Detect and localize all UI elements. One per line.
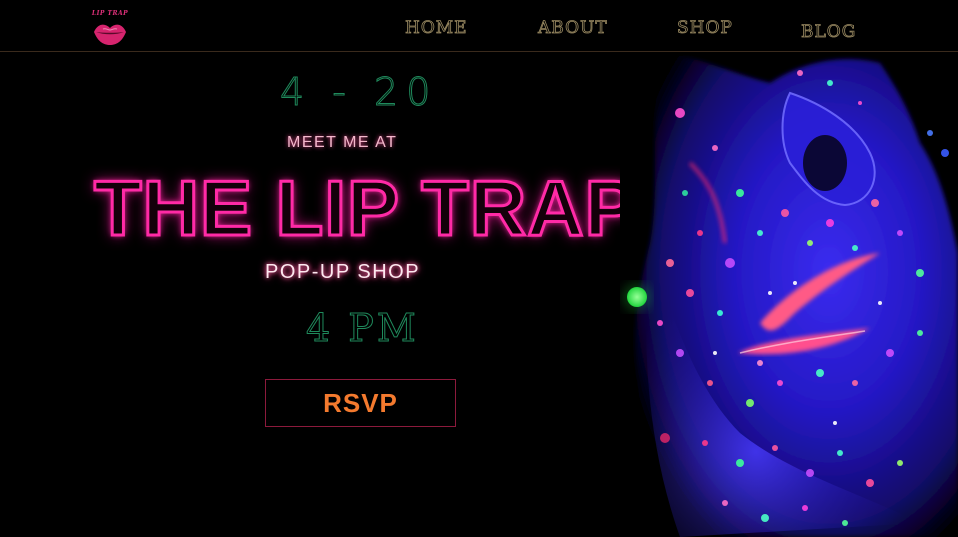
- lips-logo-icon: [94, 24, 126, 45]
- nav-shop-link[interactable]: SHOP: [677, 18, 733, 39]
- event-time: 4 PM: [306, 306, 419, 351]
- event-date: 4 - 20: [279, 70, 439, 115]
- event-subtitle: POP-UP SHOP: [265, 261, 421, 283]
- nav-blog-link[interactable]: BLOG: [801, 22, 856, 43]
- nav-home-link[interactable]: HOME: [405, 18, 468, 39]
- nav-about-link[interactable]: ABOUT: [538, 18, 608, 39]
- logo-text: LIP TRAP: [91, 10, 129, 17]
- rsvp-label: RSVP: [323, 387, 398, 418]
- meet-me-at-text: MEET ME AT: [287, 134, 398, 151]
- event-title: THE LIP TRAP: [93, 164, 639, 252]
- neon-face-image: [620, 53, 958, 537]
- lip-trap-logo[interactable]: LIP TRAP: [88, 8, 132, 50]
- site-header: LIP TRAP HOME ABOUT SHOP BLOG: [0, 0, 958, 52]
- rsvp-button[interactable]: RSVP: [265, 379, 456, 427]
- neon-face-photo: [620, 53, 958, 537]
